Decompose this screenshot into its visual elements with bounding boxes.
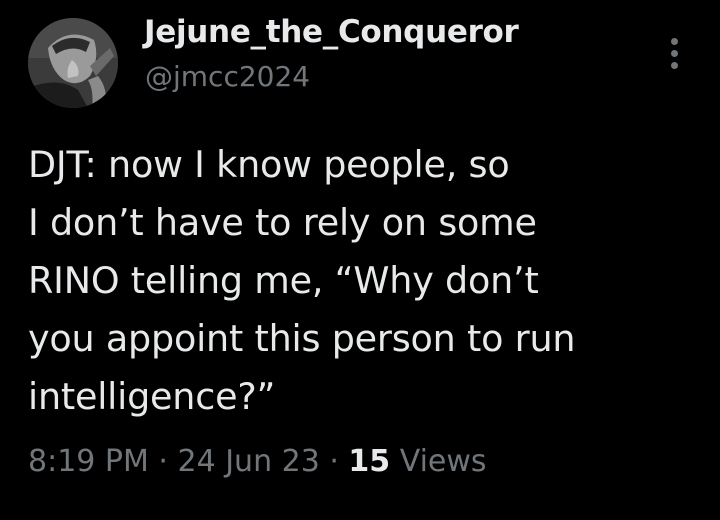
more-vertical-icon[interactable]	[662, 34, 688, 74]
tweet-text-line: you appoint this person to run	[28, 317, 576, 360]
tweet-text-line: RINO telling me, “Why don’t	[28, 259, 539, 302]
separator-dot: ·	[148, 444, 178, 479]
more-dot	[671, 38, 678, 45]
timestamp-time[interactable]: 8:19 PM	[28, 444, 149, 479]
more-dot	[671, 62, 678, 69]
timestamp-date[interactable]: 24 Jun 23	[178, 444, 320, 479]
tweet-text-line: DJT: now I know people, so	[28, 143, 510, 186]
avatar-photo	[28, 18, 118, 108]
display-name[interactable]: Jejune_the_Conqueror	[144, 14, 519, 50]
view-count: 15	[348, 444, 391, 479]
tweet-text-line: intelligence?”	[28, 375, 276, 418]
tweet-text: DJT: now I know people, so I don’t have …	[28, 136, 688, 426]
separator-dot: ·	[319, 444, 349, 479]
more-dot	[671, 50, 678, 57]
avatar[interactable]	[28, 18, 118, 108]
views-label: Views	[399, 444, 487, 479]
tweet-meta: 8:19 PM · 24 Jun 23 · 15 Views	[28, 444, 487, 479]
tweet: Jejune_the_Conqueror @jmcc2024 DJT: now …	[0, 0, 720, 520]
user-handle[interactable]: @jmcc2024	[145, 60, 310, 93]
tweet-text-line: I don’t have to rely on some	[28, 201, 537, 244]
